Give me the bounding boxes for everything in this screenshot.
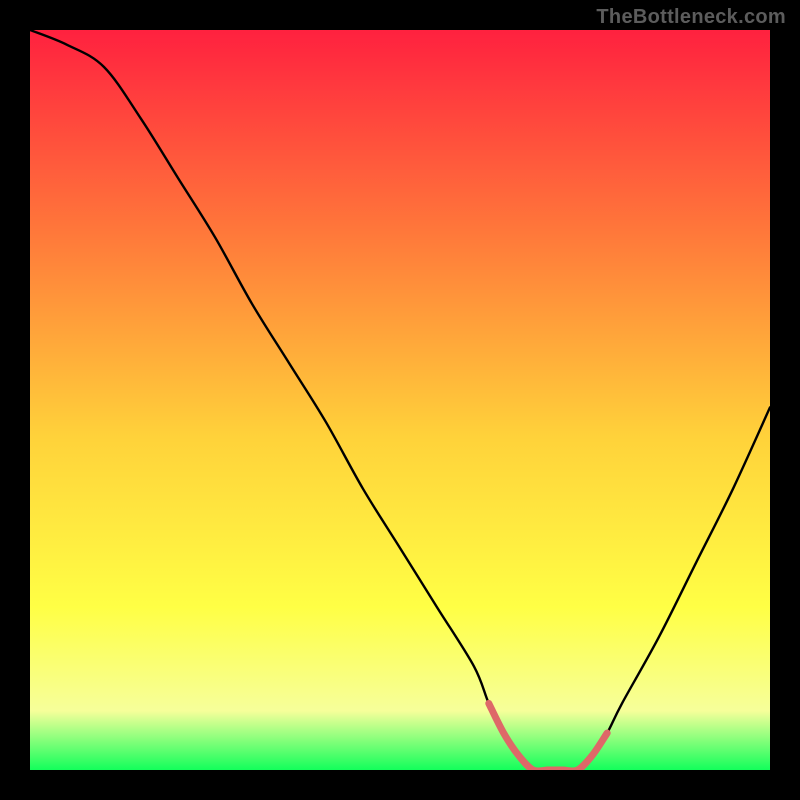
watermark-text: TheBottleneck.com xyxy=(596,6,786,29)
gradient-background xyxy=(30,30,770,770)
bottleneck-plot xyxy=(30,30,770,770)
plot-frame xyxy=(30,30,770,770)
chart-stage: TheBottleneck.com xyxy=(0,0,800,800)
